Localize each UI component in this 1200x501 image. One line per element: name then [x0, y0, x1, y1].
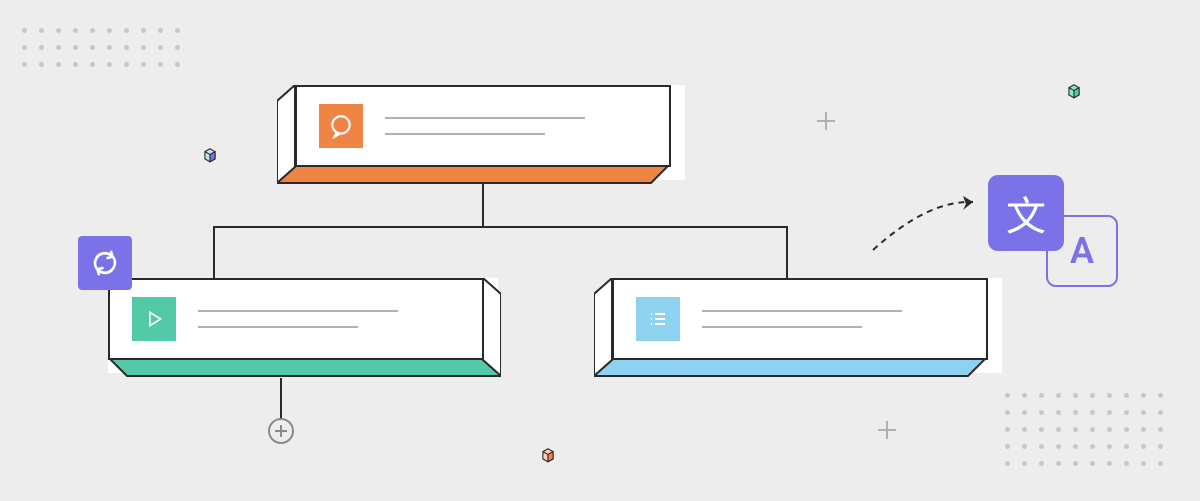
- list-icon: [636, 297, 680, 341]
- placeholder-lines: [198, 310, 482, 328]
- placeholder-lines: [702, 310, 986, 328]
- dot-grid-decoration: [22, 28, 180, 67]
- chat-icon: [319, 104, 363, 148]
- dashed-arrow: [868, 190, 988, 260]
- placeholder-lines: [385, 117, 669, 135]
- cube-icon: [202, 148, 218, 164]
- refresh-icon: [78, 236, 132, 290]
- add-node-button[interactable]: [268, 418, 294, 444]
- dot-grid-decoration: [1005, 393, 1163, 466]
- translate-primary-glyph: 文: [1006, 184, 1046, 242]
- flow-node-play: [108, 278, 498, 373]
- connector-line: [482, 182, 484, 228]
- connector-line: [213, 226, 788, 228]
- flow-node-chat: [295, 85, 685, 180]
- flow-node-list: [612, 278, 1002, 373]
- play-icon: [132, 297, 176, 341]
- connector-line: [213, 226, 215, 280]
- translate-secondary-glyph: A: [1070, 230, 1094, 272]
- cube-icon: [540, 448, 556, 464]
- connector-line: [280, 378, 282, 420]
- cube-icon: [1066, 84, 1082, 100]
- translate-icon: A 文: [988, 175, 1128, 295]
- connector-line: [786, 226, 788, 280]
